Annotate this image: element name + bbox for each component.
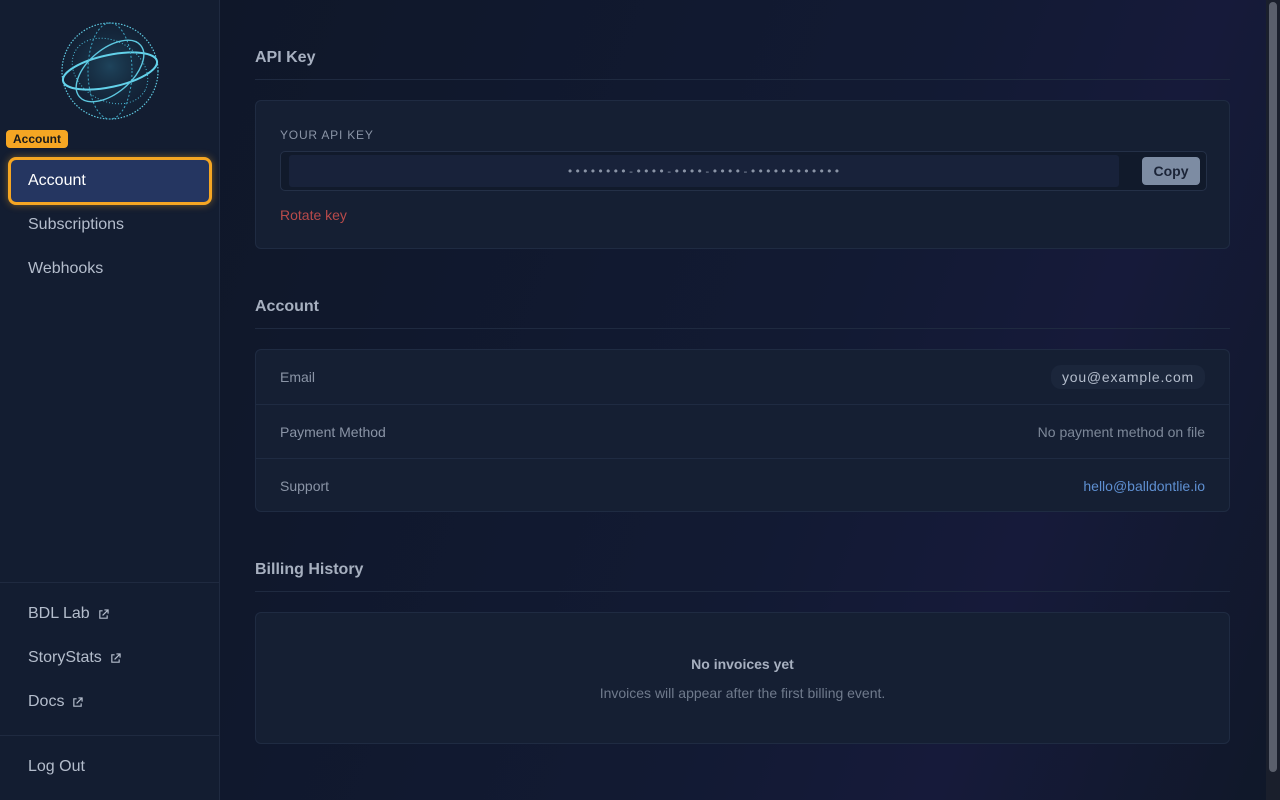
account-row-support: Support hello@balldontlie.io <box>256 458 1229 512</box>
scrollbar-thumb[interactable] <box>1269 2 1277 772</box>
sidebar-divider <box>0 582 219 583</box>
api-key-label: YOUR API KEY <box>280 128 374 142</box>
sidebar-link-storystats[interactable]: StoryStats <box>28 649 121 667</box>
sidebar-item-subscriptions[interactable]: Subscriptions <box>8 201 212 249</box>
empty-state-subtitle: Invoices will appear after the first bil… <box>599 685 886 701</box>
logout-button[interactable]: Log Out <box>28 758 85 776</box>
sidebar-link-docs[interactable]: Docs <box>28 693 84 711</box>
support-label: Support <box>280 477 330 494</box>
external-link-icon <box>98 608 109 619</box>
account-row-email: Email you@example.com <box>256 350 1229 404</box>
email-label: Email <box>280 369 316 385</box>
account-card: Email you@example.com Payment Method No … <box>255 349 1230 512</box>
api-key-field: ••••••••-••••-••••-••••-•••••••••••• Cop… <box>280 151 1207 191</box>
rotate-key-link[interactable]: Rotate key <box>280 207 347 223</box>
sidebar-divider <box>0 735 219 736</box>
scrollbar[interactable] <box>1266 0 1280 800</box>
section-divider <box>255 328 1230 329</box>
support-email-link[interactable]: hello@balldontlie.io <box>1083 478 1205 494</box>
sidebar-link-bdl-lab[interactable]: BDL Lab <box>28 605 109 623</box>
copy-button[interactable]: Copy <box>1142 157 1200 185</box>
external-link-icon <box>73 696 84 707</box>
external-link-icon <box>111 652 121 663</box>
payment-method-label: Payment Method <box>280 423 386 440</box>
billing-section-title: Billing History <box>255 561 364 578</box>
sidebar: Account Account Subscriptions Webhooks B… <box>0 0 220 800</box>
account-row-payment: Payment Method No payment method on file <box>256 404 1229 458</box>
sidebar-link-label: StoryStats <box>28 649 102 666</box>
sidebar-item-account[interactable]: Account <box>8 157 212 205</box>
empty-state-title: No invoices yet <box>691 656 794 672</box>
sidebar-link-label: BDL Lab <box>28 605 90 622</box>
section-divider <box>255 591 1230 592</box>
api-key-section-title: API Key <box>255 49 316 66</box>
sidebar-item-webhooks[interactable]: Webhooks <box>8 245 212 293</box>
active-tab-tooltip: Account <box>6 130 68 148</box>
globe-logo-icon <box>61 22 159 120</box>
main-content: API Key YOUR API KEY ••••••••-••••-••••-… <box>220 0 1266 800</box>
email-value: you@example.com <box>1050 365 1205 389</box>
payment-method-value: No payment method on file <box>1037 423 1205 440</box>
api-key-value[interactable]: ••••••••-••••-••••-••••-•••••••••••• <box>289 155 1119 187</box>
section-divider <box>255 79 1230 80</box>
sidebar-link-label: Docs <box>28 693 65 710</box>
account-section-title: Account <box>255 298 319 315</box>
billing-empty-card: No invoices yet Invoices will appear aft… <box>255 612 1230 744</box>
api-key-card: YOUR API KEY ••••••••-••••-••••-••••-•••… <box>255 100 1230 249</box>
